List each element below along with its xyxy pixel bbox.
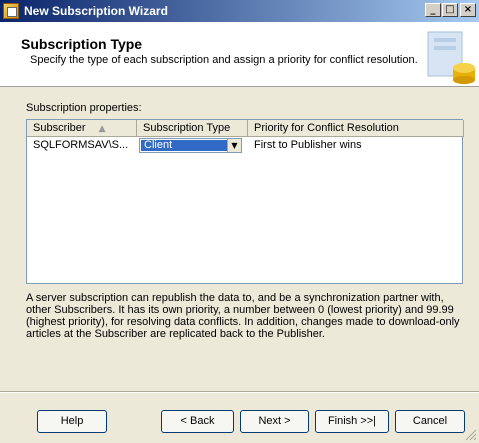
subscriber-cell[interactable]: SQLFORMSAV\S... bbox=[27, 137, 137, 154]
description-text: A server subscription can republish the … bbox=[26, 292, 460, 340]
page-title: Subscription Type bbox=[21, 36, 143, 52]
title-bar: New Subscription Wizard _ □ × bbox=[0, 0, 479, 22]
subscription-properties-label: Subscription properties: bbox=[26, 102, 142, 114]
window-title: New Subscription Wizard bbox=[24, 4, 168, 18]
resize-grip-icon[interactable] bbox=[465, 429, 477, 441]
priority-cell[interactable]: First to Publisher wins bbox=[248, 137, 462, 154]
close-button[interactable]: × bbox=[460, 3, 476, 17]
header-database-icon bbox=[427, 31, 475, 84]
wizard-header: Subscription Type Specify the type of ea… bbox=[0, 22, 479, 87]
wizard-app-icon bbox=[3, 3, 19, 19]
minimize-button[interactable]: _ bbox=[425, 3, 441, 17]
page-subtitle: Specify the type of each subscription an… bbox=[30, 54, 418, 66]
column-header-subscriber[interactable]: Subscriber ▲ bbox=[27, 120, 137, 137]
back-button[interactable]: < Back bbox=[161, 410, 234, 433]
subscription-properties-grid[interactable]: Subscriber ▲ Subscription Type Priority … bbox=[26, 119, 464, 284]
cancel-button[interactable]: Cancel bbox=[395, 410, 465, 433]
subscription-type-dropdown[interactable]: Client ▼ bbox=[139, 138, 242, 153]
finish-button[interactable]: Finish >>| bbox=[315, 410, 389, 433]
help-button[interactable]: Help bbox=[37, 410, 107, 433]
table-row[interactable]: SQLFORMSAV\S... Client ▼ First to Publis… bbox=[27, 137, 462, 154]
column-header-subscriber-label: Subscriber bbox=[33, 122, 86, 134]
dropdown-arrow-icon[interactable]: ▼ bbox=[227, 139, 241, 152]
sort-ascending-icon: ▲ bbox=[98, 124, 106, 134]
next-button[interactable]: Next > bbox=[240, 410, 309, 433]
column-header-priority[interactable]: Priority for Conflict Resolution bbox=[248, 120, 464, 137]
column-header-subscription-type[interactable]: Subscription Type bbox=[137, 120, 248, 137]
button-bar-divider bbox=[0, 391, 479, 393]
maximize-button[interactable]: □ bbox=[442, 3, 458, 17]
subscription-type-value[interactable]: Client bbox=[141, 140, 228, 151]
